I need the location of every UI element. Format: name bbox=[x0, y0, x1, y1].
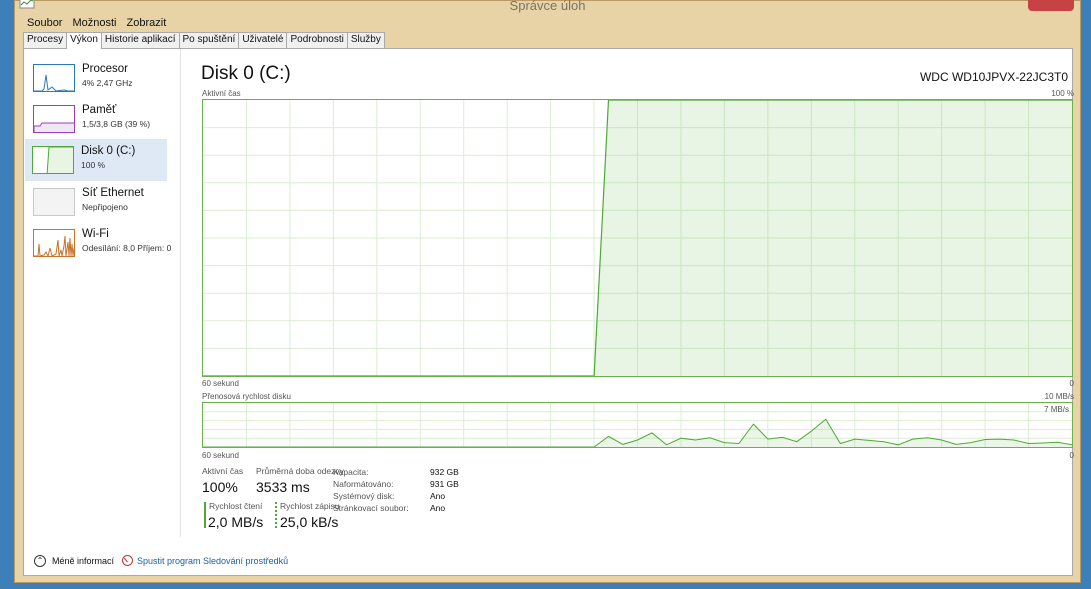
capacity-label: Kapacita: bbox=[333, 467, 369, 477]
tab-historie-aplikaci[interactable]: Historie aplikací bbox=[100, 32, 180, 48]
tab-sluzby[interactable]: Služby bbox=[346, 32, 385, 48]
chart1-label: Aktivní čas bbox=[202, 89, 241, 98]
formatted-label: Naformátováno: bbox=[333, 479, 394, 489]
ethernet-thumbnail bbox=[33, 188, 75, 216]
chart2-xright: 0 bbox=[1069, 451, 1074, 460]
sidebar-item-sub: 4% 2,47 GHz bbox=[82, 78, 133, 88]
resource-monitor-label: Spustit program Sledování prostředků bbox=[137, 555, 289, 566]
sidebar-item-label: Wi-Fi bbox=[82, 228, 109, 240]
write-speed-value: 25,0 kB/s bbox=[280, 514, 339, 530]
active-time-graph bbox=[203, 99, 1072, 377]
sidebar-item-sub: 100 % bbox=[81, 160, 106, 170]
memory-thumbnail bbox=[33, 105, 75, 133]
capacity-value: 932 GB bbox=[430, 467, 459, 477]
response-time-value: 3533 ms bbox=[256, 479, 310, 495]
disk-thumbnail bbox=[32, 146, 74, 174]
sidebar-item-disk[interactable]: Disk 0 (C:) 100 % bbox=[25, 139, 167, 181]
active-time-label: Aktivní čas bbox=[202, 466, 244, 476]
window-title: Správce úloh bbox=[509, 0, 586, 13]
resource-monitor-icon bbox=[122, 555, 133, 566]
sidebar-item-sub: Odesílání: 8,0 Příjem: 0 bbox=[82, 243, 172, 253]
menu-zobrazit[interactable]: Zobrazit bbox=[127, 15, 167, 31]
sidebar-item-label: Disk 0 (C:) bbox=[81, 145, 136, 157]
sidebar-item-procesor[interactable]: Procesor 4% 2,47 GHz bbox=[26, 57, 167, 99]
cpu-thumbnail bbox=[33, 64, 75, 92]
read-speed-value: 2,0 MB/s bbox=[208, 514, 264, 530]
sidebar-item-label: Síť Ethernet bbox=[82, 187, 144, 199]
chart1-max: 100 % bbox=[1051, 89, 1074, 98]
close-button[interactable] bbox=[1028, 0, 1074, 11]
tab-podrobnosti[interactable]: Podrobnosti bbox=[286, 32, 348, 48]
formatted-value: 931 GB bbox=[430, 479, 459, 489]
page-title: Disk 0 (C:) bbox=[201, 63, 291, 84]
chart1-xleft: 60 sekund bbox=[202, 379, 239, 388]
sidebar-item-sub: 1,5/3,8 GB (39 %) bbox=[82, 119, 151, 129]
active-time-chart bbox=[202, 99, 1073, 377]
read-speed-label: Rychlost čtení bbox=[209, 501, 263, 511]
performance-panel: Procesor 4% 2,47 GHz Paměť 1,5/3,8 GB (3… bbox=[23, 48, 1074, 576]
response-time-label: Průměrná doba odezvy bbox=[256, 466, 344, 476]
tab-strip: Procesy Výkon Historie aplikací Po spušt… bbox=[23, 32, 385, 49]
resource-monitor-link[interactable]: Spustit program Sledování prostředků bbox=[122, 555, 288, 566]
transfer-rate-chart: 7 MB/s bbox=[202, 402, 1073, 448]
chart2-label: Přenosová rychlost disku bbox=[202, 392, 291, 401]
minimize-button[interactable] bbox=[976, 0, 1002, 11]
menu-soubor[interactable]: Soubor bbox=[27, 15, 62, 31]
disk-stats: Aktivní čas 100% Průměrná doba odezvy 35… bbox=[201, 466, 801, 546]
chevron-up-icon: ⌃ bbox=[34, 555, 46, 567]
resource-sidebar: Procesor 4% 2,47 GHz Paměť 1,5/3,8 GB (3… bbox=[24, 49, 181, 537]
sidebar-item-wifi[interactable]: Wi-Fi Odesílání: 8,0 Příjem: 0 bbox=[26, 222, 171, 264]
read-indicator bbox=[204, 502, 206, 528]
page-file-value: Ano bbox=[430, 503, 446, 513]
chart2-inner-max: 7 MB/s bbox=[1044, 405, 1069, 414]
menu-moznosti[interactable]: Možnosti bbox=[72, 15, 116, 31]
system-disk-value: Ano bbox=[430, 491, 446, 501]
disk-detail: Disk 0 (C:) WDC WD10JPVX-22JC3T0 Aktivní… bbox=[186, 49, 1074, 569]
chart2-xleft: 60 sekund bbox=[202, 451, 239, 460]
tab-procesy[interactable]: Procesy bbox=[23, 32, 68, 48]
sidebar-item-label: Procesor bbox=[82, 63, 129, 75]
menu-bar: Soubor Možnosti Zobrazit bbox=[21, 15, 166, 31]
write-indicator bbox=[275, 502, 277, 528]
sidebar-item-ethernet[interactable]: Síť Ethernet Nepřipojeno bbox=[26, 181, 167, 223]
chart1-xright: 0 bbox=[1069, 379, 1074, 388]
chart2-max: 10 MB/s bbox=[1044, 392, 1074, 401]
tab-po-spusteni[interactable]: Po spuštění bbox=[178, 32, 240, 48]
sidebar-item-pamet[interactable]: Paměť 1,5/3,8 GB (39 %) bbox=[26, 98, 167, 140]
sidebar-item-label: Paměť bbox=[82, 104, 117, 116]
system-disk-label: Systémový disk: bbox=[333, 491, 395, 501]
footer: ⌃ Méně informací Spustit program Sledová… bbox=[24, 549, 1072, 573]
tab-uzivatele[interactable]: Uživatelé bbox=[238, 32, 288, 48]
wifi-thumbnail bbox=[33, 229, 75, 257]
fewer-details-button[interactable]: ⌃ Méně informací bbox=[34, 555, 114, 567]
sidebar-item-sub: Nepřipojeno bbox=[82, 202, 128, 212]
tab-vykon[interactable]: Výkon bbox=[66, 32, 102, 49]
title-bar[interactable]: Správce úloh bbox=[15, 0, 1080, 15]
page-file-label: Stránkovací soubor: bbox=[333, 503, 409, 513]
task-manager-window: Správce úloh Soubor Možnosti Zobrazit Pr… bbox=[14, 0, 1081, 583]
write-speed-label: Rychlost zápisu bbox=[280, 501, 340, 511]
active-time-value: 100% bbox=[202, 479, 238, 495]
disk-model: WDC WD10JPVX-22JC3T0 bbox=[919, 70, 1068, 84]
transfer-rate-graph bbox=[203, 403, 1073, 448]
fewer-details-label: Méně informací bbox=[52, 556, 115, 566]
maximize-button[interactable] bbox=[1002, 0, 1028, 11]
